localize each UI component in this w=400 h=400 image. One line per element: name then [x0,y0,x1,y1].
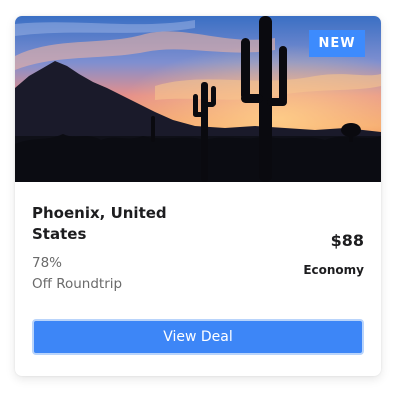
deal-card[interactable]: NEW Phoenix, United States 78% Off Round… [15,16,381,376]
price: $88 [330,231,364,250]
discount-info: 78% Off Roundtrip [32,253,122,295]
fare-class: Economy [303,263,364,277]
destination-image: NEW [15,16,381,182]
discount-label: Off Roundtrip [32,276,123,292]
new-badge: NEW [309,30,365,57]
destination-title: Phoenix, United States [32,204,167,243]
discount-percent: 78% [32,255,63,271]
view-deal-button[interactable]: View Deal [32,319,364,355]
